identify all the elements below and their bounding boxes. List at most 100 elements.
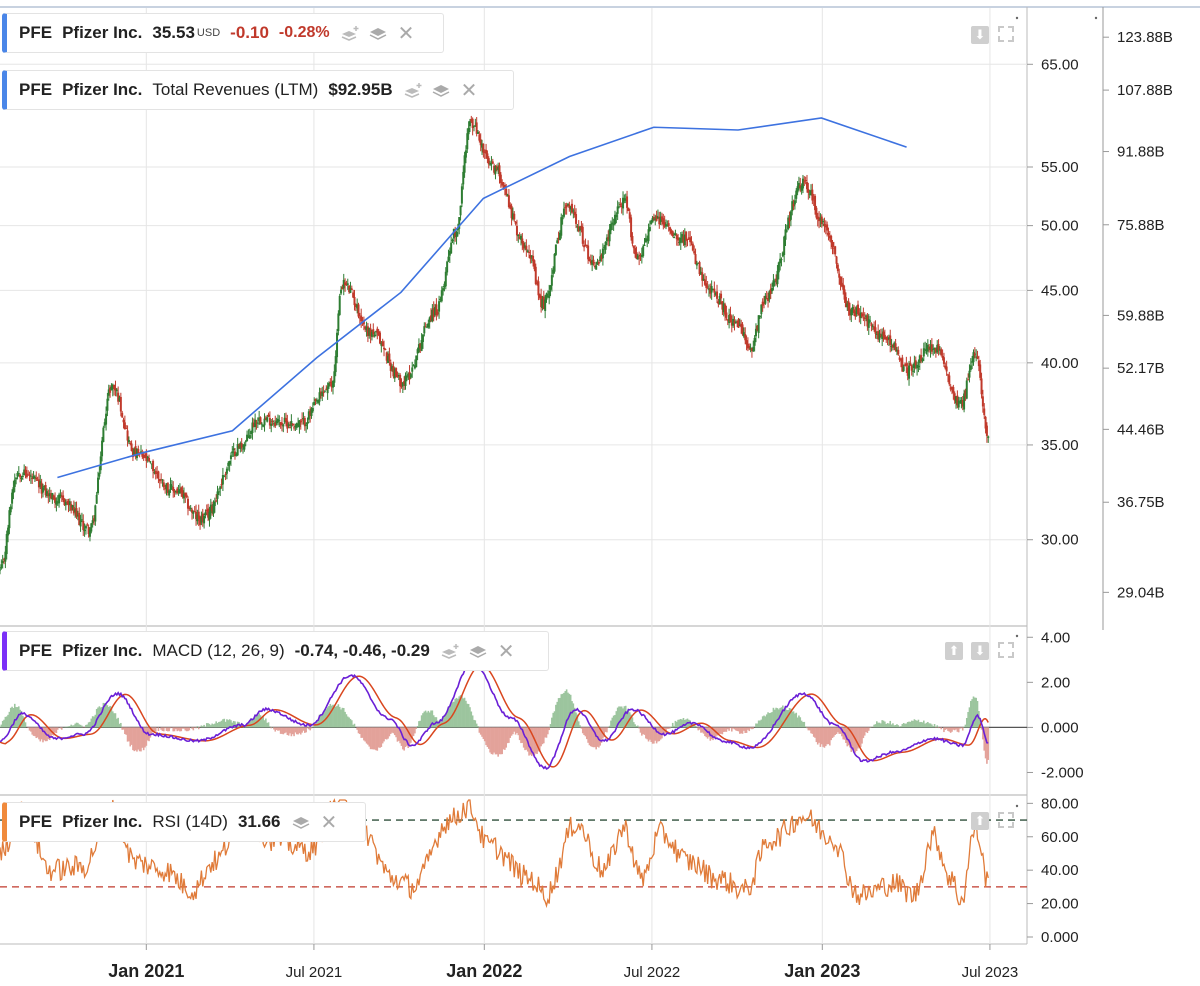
candle-body bbox=[415, 355, 418, 368]
macd-histogram-bar bbox=[940, 727, 943, 730]
candle-body bbox=[716, 291, 719, 299]
candle-body bbox=[91, 520, 94, 524]
close-icon[interactable]: ✕ bbox=[398, 21, 415, 46]
candle-body bbox=[842, 284, 845, 290]
candle-body bbox=[482, 143, 485, 153]
candle-body bbox=[13, 479, 16, 487]
candle-body bbox=[336, 332, 339, 358]
candle-body bbox=[169, 484, 172, 490]
legend-company: Pfizer Inc. bbox=[62, 23, 143, 42]
candle-body bbox=[396, 376, 399, 378]
close-icon[interactable]: ✕ bbox=[461, 78, 478, 103]
candle-body bbox=[148, 457, 151, 462]
arrow-up-icon[interactable]: ⬆ bbox=[971, 812, 989, 830]
candle-body bbox=[686, 238, 689, 240]
candle-body bbox=[162, 482, 165, 488]
candle-body bbox=[17, 473, 20, 475]
candle-body bbox=[694, 254, 697, 265]
price-tick-label: 45.00 bbox=[1041, 282, 1079, 299]
layers-icon[interactable] bbox=[431, 81, 451, 99]
macd-histogram-bar bbox=[936, 725, 939, 728]
layers-add-icon[interactable] bbox=[440, 642, 460, 660]
arrow-up-icon[interactable]: ⬆ bbox=[945, 642, 963, 660]
legend-value: -0.74, -0.46, -0.29 bbox=[294, 641, 430, 660]
layers-icon[interactable] bbox=[368, 24, 388, 42]
candle-body bbox=[20, 477, 23, 479]
candle-body bbox=[337, 313, 340, 331]
rsi-tick-label: 40.00 bbox=[1041, 862, 1079, 879]
candle-body bbox=[204, 512, 207, 516]
candle-body bbox=[869, 320, 872, 322]
candle-body bbox=[777, 262, 780, 273]
expand-icon[interactable] bbox=[998, 26, 1014, 42]
candle-body bbox=[671, 231, 674, 236]
macd-histogram-bar bbox=[870, 726, 873, 728]
candle-body bbox=[505, 188, 508, 196]
candle-body bbox=[299, 420, 302, 423]
layers-add-icon[interactable] bbox=[403, 81, 423, 99]
candle-body bbox=[691, 243, 694, 251]
candle-body bbox=[450, 242, 453, 254]
macd-histogram-bar bbox=[353, 723, 356, 728]
price-tick-label: 40.00 bbox=[1041, 355, 1079, 372]
candle-body bbox=[9, 506, 12, 513]
candle-body bbox=[334, 356, 337, 373]
candle-body bbox=[80, 519, 83, 521]
candle-body bbox=[289, 427, 292, 429]
candle-body bbox=[514, 221, 517, 224]
candle-body bbox=[827, 233, 830, 235]
expand-icon[interactable] bbox=[998, 812, 1014, 828]
candle-body bbox=[68, 501, 71, 505]
legend-company: Pfizer Inc. bbox=[62, 641, 143, 660]
candle-body bbox=[121, 412, 124, 418]
candle-body bbox=[244, 441, 247, 443]
download-icon[interactable]: ⬇ bbox=[971, 642, 989, 660]
macd-tick-label: 2.00 bbox=[1041, 674, 1070, 691]
candle-body bbox=[102, 427, 105, 442]
x-tick-label: Jan 2023 bbox=[784, 961, 860, 981]
download-icon[interactable]: ⬇ bbox=[971, 26, 989, 44]
price-legend: PFE Pfizer Inc. 35.53 USD -0.10 -0.28% ✕ bbox=[2, 13, 444, 53]
expand-icon[interactable] bbox=[998, 642, 1014, 658]
close-icon[interactable]: ✕ bbox=[498, 639, 515, 664]
candle-body bbox=[618, 206, 621, 208]
macd-histogram-bar bbox=[752, 727, 755, 729]
candle-body bbox=[780, 259, 783, 261]
candle-body bbox=[744, 334, 747, 341]
candle-body bbox=[609, 223, 612, 231]
candle-body bbox=[805, 182, 808, 190]
close-icon[interactable]: ✕ bbox=[321, 810, 338, 835]
candle-body bbox=[485, 149, 488, 154]
candle-body bbox=[122, 419, 125, 423]
candle-body bbox=[293, 427, 296, 429]
candle-body bbox=[776, 270, 779, 285]
candle-body bbox=[94, 505, 97, 522]
candle-body bbox=[451, 239, 454, 241]
candle-body bbox=[619, 203, 622, 205]
candle-body bbox=[263, 418, 266, 426]
candle-body bbox=[224, 473, 227, 475]
candle-body bbox=[631, 236, 634, 244]
candle-body bbox=[306, 422, 309, 425]
candle-body bbox=[115, 389, 118, 392]
candle-body bbox=[440, 290, 443, 302]
layers-icon[interactable] bbox=[291, 813, 311, 831]
candle-body bbox=[161, 479, 164, 481]
candle-body bbox=[830, 235, 833, 243]
layers-add-icon[interactable] bbox=[340, 24, 360, 42]
candle-body bbox=[189, 508, 192, 510]
candle-body bbox=[517, 234, 520, 237]
price-tick-label: 65.00 bbox=[1041, 56, 1079, 73]
candle-body bbox=[737, 319, 740, 328]
candle-body bbox=[942, 357, 945, 364]
legend-change: -0.10 bbox=[230, 23, 269, 42]
legend-change-pct: -0.28% bbox=[278, 24, 330, 41]
candle-body bbox=[157, 471, 160, 479]
layers-icon[interactable] bbox=[468, 642, 488, 660]
candle-body bbox=[127, 439, 130, 443]
candle-body bbox=[217, 491, 220, 493]
candle-body bbox=[902, 366, 905, 371]
candle-body bbox=[41, 487, 44, 493]
candle-body bbox=[421, 334, 424, 342]
candle-body bbox=[125, 428, 128, 430]
